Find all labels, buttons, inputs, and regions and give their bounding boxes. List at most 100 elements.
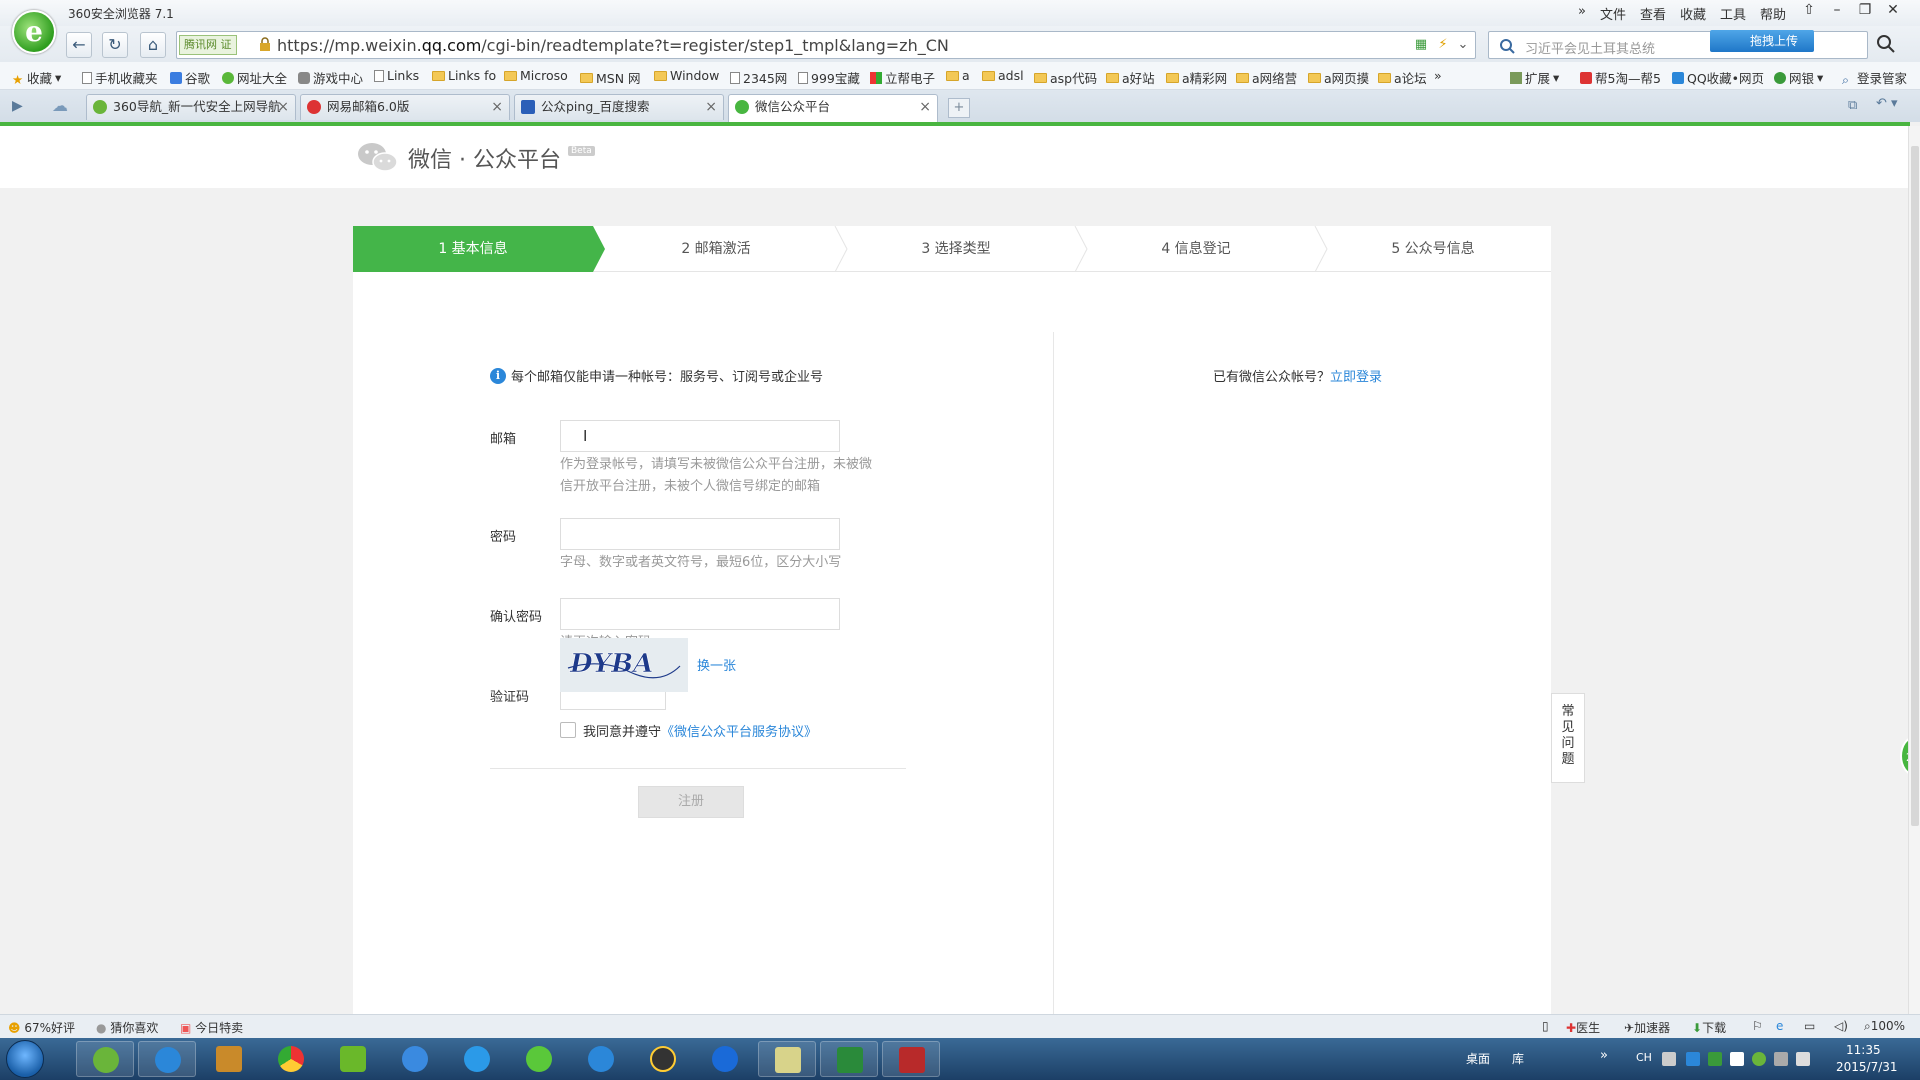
- bookmark-item[interactable]: 游戏中心: [298, 68, 363, 87]
- tab-list-icon[interactable]: ⧉: [1848, 98, 1857, 113]
- tab-360-nav[interactable]: 360导航_新一代安全上网导航 ×: [86, 94, 296, 120]
- desktop-toolbar[interactable]: 桌面: [1466, 1050, 1490, 1067]
- browser-logo-icon[interactable]: e: [12, 10, 56, 54]
- keyboard-icon[interactable]: [1662, 1052, 1676, 1066]
- library-toolbar[interactable]: 库: [1512, 1050, 1524, 1067]
- menu-file[interactable]: 文件: [1600, 4, 1626, 23]
- upload-button[interactable]: 拖拽上传: [1710, 30, 1814, 52]
- guess-item[interactable]: ● 猜你喜欢: [96, 1019, 158, 1036]
- taskbar-chrome[interactable]: [262, 1041, 320, 1077]
- bookmarks-more-icon[interactable]: »: [1434, 68, 1442, 83]
- page-scrollbar[interactable]: [1908, 126, 1920, 1014]
- today-item[interactable]: ▣ 今日特卖: [180, 1019, 243, 1036]
- rating-item[interactable]: ☻ 67%好评: [8, 1019, 75, 1036]
- dropdown-icon[interactable]: ⌄: [1455, 37, 1471, 53]
- bookmark-item[interactable]: a网页摸: [1308, 68, 1369, 87]
- close-window-button[interactable]: ✕: [1880, 2, 1906, 22]
- captcha-image[interactable]: DYBA: [560, 638, 688, 692]
- windows-flag-icon[interactable]: [1730, 1052, 1744, 1066]
- network-icon[interactable]: [1774, 1052, 1788, 1066]
- taskbar-upload-tool[interactable]: [138, 1041, 196, 1077]
- bookmark-item[interactable]: adsl: [982, 68, 1024, 83]
- accelerator-item[interactable]: ✈加速器: [1624, 1019, 1670, 1036]
- taskbar-360-browser[interactable]: [76, 1041, 134, 1077]
- taskbar-kugou[interactable]: [696, 1041, 754, 1077]
- undo-close-icon[interactable]: ↶ ▾: [1876, 96, 1898, 111]
- menu-tools[interactable]: 工具: [1720, 4, 1746, 23]
- tab-163-mail[interactable]: 网易邮箱6.0版 ×: [300, 94, 510, 120]
- taskbar-feather-app[interactable]: [448, 1041, 506, 1077]
- taskbar-player[interactable]: [510, 1041, 568, 1077]
- bookmark-item[interactable]: Microso: [504, 68, 568, 83]
- agree-checkbox[interactable]: [560, 722, 576, 738]
- zoom-item[interactable]: ⌕100%: [1864, 1019, 1905, 1034]
- tab-close-icon[interactable]: ×: [491, 95, 503, 119]
- phone-icon[interactable]: ▯: [1542, 1019, 1549, 1033]
- bookmark-item[interactable]: a: [946, 68, 970, 83]
- wechat-logo-icon[interactable]: [356, 140, 400, 176]
- taskbar-recorder[interactable]: [882, 1041, 940, 1077]
- tray-app-icon[interactable]: [1686, 1052, 1700, 1066]
- clock-date[interactable]: 2015/7/31: [1836, 1060, 1898, 1074]
- taskbar-bird-app[interactable]: [386, 1041, 444, 1077]
- scroll-thumb[interactable]: [1911, 146, 1919, 826]
- change-captcha-link[interactable]: 换一张: [697, 655, 736, 674]
- back-button[interactable]: ←: [66, 32, 92, 58]
- bookmark-item[interactable]: a精彩网: [1166, 68, 1227, 87]
- tab-close-icon[interactable]: ×: [705, 95, 717, 119]
- taskbar-iqiyi[interactable]: [324, 1041, 382, 1077]
- bookmark-item[interactable]: a论坛: [1378, 68, 1427, 87]
- email-field[interactable]: I: [560, 420, 840, 452]
- volume-tray-icon[interactable]: [1796, 1052, 1810, 1066]
- refresh-button[interactable]: ↻: [102, 32, 128, 58]
- bookmark-item[interactable]: a好站: [1106, 68, 1155, 87]
- bookmark-item[interactable]: 手机收藏夹: [82, 68, 158, 87]
- clock-time[interactable]: 11:35: [1846, 1043, 1881, 1057]
- security-badge[interactable]: 腾讯网 证: [179, 35, 237, 55]
- bookmark-item[interactable]: QQ收藏•网页: [1672, 68, 1764, 87]
- bookmark-item[interactable]: asp代码: [1034, 68, 1097, 87]
- bookmark-item[interactable]: Links: [374, 68, 419, 83]
- tab-close-icon[interactable]: ×: [277, 95, 289, 119]
- input-language[interactable]: CH: [1636, 1051, 1652, 1064]
- ie-icon[interactable]: e: [1776, 1019, 1783, 1033]
- bookmark-item[interactable]: 999宝藏: [798, 68, 860, 87]
- skin-icon[interactable]: ⇧: [1796, 2, 1822, 22]
- 360-tray-icon[interactable]: [1752, 1052, 1766, 1066]
- login-link[interactable]: 立即登录: [1330, 370, 1382, 385]
- volume-icon[interactable]: ◁): [1834, 1019, 1848, 1033]
- taskbar-file-manager[interactable]: [200, 1041, 258, 1077]
- menu-expand-icon[interactable]: »: [1578, 4, 1586, 19]
- tab-wechat-platform[interactable]: 微信公众平台 ×: [728, 94, 938, 122]
- tab-baidu-search[interactable]: 公众ping_百度搜索 ×: [514, 94, 724, 120]
- register-button[interactable]: 注册: [638, 786, 744, 818]
- security-tray-icon[interactable]: [1708, 1052, 1722, 1066]
- doctor-item[interactable]: ✚医生: [1566, 1019, 1600, 1036]
- service-agreement-link[interactable]: 《微信公众平台服务协议》: [661, 725, 817, 740]
- cloud-icon[interactable]: ☁: [52, 96, 68, 115]
- password-field[interactable]: [560, 518, 840, 550]
- faq-tab[interactable]: 常见问题: [1551, 693, 1585, 783]
- extensions-button[interactable]: 扩展 ▾: [1510, 68, 1559, 87]
- new-tab-button[interactable]: +: [948, 98, 970, 118]
- taskbar-notes[interactable]: [758, 1041, 816, 1077]
- floating-counter-badge[interactable]: 27: [1900, 736, 1908, 776]
- site-title[interactable]: 微信 · 公众平台: [408, 142, 561, 174]
- bookmark-item[interactable]: 帮5淘—帮5: [1580, 68, 1661, 87]
- bookmark-item[interactable]: 网址大全: [222, 68, 287, 87]
- tray-expand-icon[interactable]: »: [1600, 1048, 1608, 1063]
- qr-icon[interactable]: ▦: [1413, 37, 1429, 53]
- bookmark-item[interactable]: MSN 网: [580, 68, 641, 87]
- menu-help[interactable]: 帮助: [1760, 4, 1786, 23]
- url-text[interactable]: https://mp.weixin.qq.com/cgi-bin/readtem…: [277, 36, 949, 55]
- lightning-icon[interactable]: ⚡: [1435, 37, 1451, 53]
- sidebar-toggle-icon[interactable]: ▶: [12, 98, 23, 114]
- bookmark-item[interactable]: a网络营: [1236, 68, 1297, 87]
- restore-button[interactable]: ❐: [1852, 2, 1878, 22]
- home-button[interactable]: ⌂: [140, 32, 166, 58]
- taskbar-excel[interactable]: [820, 1041, 878, 1077]
- bookmark-item[interactable]: Links fo: [432, 68, 496, 83]
- confirm-password-field[interactable]: [560, 598, 840, 630]
- menu-favorites[interactable]: 收藏: [1680, 4, 1706, 23]
- bookmark-item[interactable]: ⌕ 登录管家: [1842, 68, 1907, 87]
